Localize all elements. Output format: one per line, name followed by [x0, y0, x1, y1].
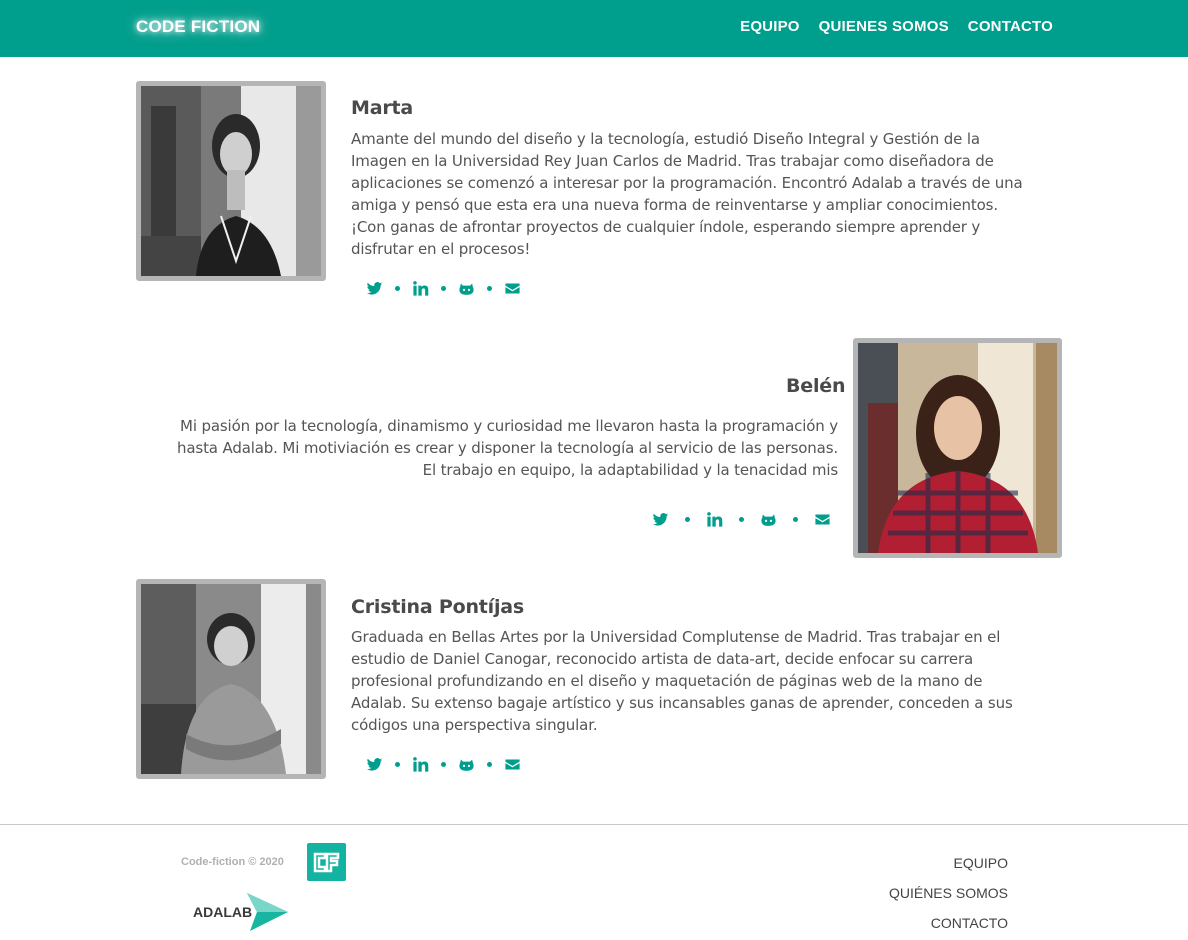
- profile-name-belen: Belén: [786, 375, 846, 397]
- separator-dot: [395, 761, 400, 767]
- linkedin-icon[interactable]: [412, 756, 429, 773]
- github-icon[interactable]: [760, 511, 777, 528]
- github-icon[interactable]: [458, 280, 475, 297]
- profile-bio-cristina: Graduada en Bellas Artes por la Universi…: [351, 628, 1013, 734]
- separator-dot: [685, 516, 690, 522]
- profile-bio-marta: Amante del mundo del diseño y la tecnolo…: [351, 130, 1023, 258]
- twitter-icon[interactable]: [366, 280, 383, 297]
- main-nav: EQUIPO QUIENES SOMOS CONTACTO: [740, 18, 1053, 35]
- social-links-belen: [652, 510, 831, 528]
- brand-logo[interactable]: CODE FICTION: [136, 17, 260, 37]
- mail-icon[interactable]: [814, 511, 831, 528]
- separator-dot: [441, 761, 446, 767]
- social-links-cristina: [366, 755, 521, 773]
- nav-link-quienes-somos[interactable]: QUIENES SOMOS: [819, 18, 949, 35]
- linkedin-icon[interactable]: [412, 280, 429, 297]
- social-links-marta: [366, 279, 521, 297]
- adalab-logo-text: ADALAB: [193, 904, 252, 920]
- adalab-logo[interactable]: ADALAB: [192, 891, 292, 931]
- mail-icon[interactable]: [504, 756, 521, 773]
- linkedin-icon[interactable]: [706, 511, 723, 528]
- site-header: CODE FICTION EQUIPO QUIENES SOMOS CONTAC…: [0, 0, 1188, 57]
- code-fiction-logo[interactable]: [307, 843, 346, 881]
- mail-icon[interactable]: [504, 280, 521, 297]
- separator-dot: [395, 285, 400, 291]
- footer-link-contacto[interactable]: CONTACTO: [889, 915, 1008, 940]
- footer-link-equipo[interactable]: EQUIPO: [889, 855, 1008, 885]
- separator-dot: [487, 285, 492, 291]
- profile-name-cristina: Cristina Pontíjas: [351, 596, 525, 618]
- profile-photo-cristina: [136, 579, 326, 779]
- profile-name-marta: Marta: [351, 97, 414, 119]
- footer-nav: EQUIPO QUIÉNES SOMOS CONTACTO: [889, 855, 1008, 940]
- github-icon[interactable]: [458, 756, 475, 773]
- nav-link-contacto[interactable]: CONTACTO: [968, 18, 1053, 35]
- separator-dot: [739, 516, 744, 522]
- footer-divider: [0, 824, 1188, 825]
- separator-dot: [487, 761, 492, 767]
- footer-link-quienes-somos[interactable]: QUIÉNES SOMOS: [889, 885, 1008, 915]
- separator-dot: [793, 516, 798, 522]
- nav-link-equipo[interactable]: EQUIPO: [740, 18, 800, 35]
- twitter-icon[interactable]: [366, 756, 383, 773]
- profile-bio-belen: Mi pasión por la tecnología, dinamismo y…: [177, 417, 838, 479]
- profile-photo-marta: [136, 81, 326, 281]
- twitter-icon[interactable]: [652, 511, 669, 528]
- footer-copyright: Code-fiction © 2020: [181, 856, 284, 868]
- profile-photo-belen: [853, 338, 1062, 558]
- separator-dot: [441, 285, 446, 291]
